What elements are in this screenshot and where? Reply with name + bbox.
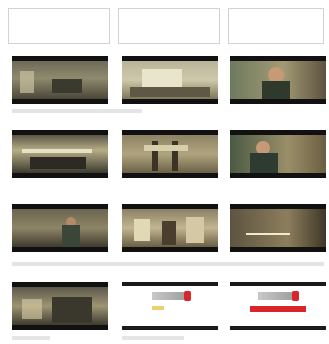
- frame-r1-c3[interactable]: [230, 56, 326, 104]
- brand-logo: [152, 292, 184, 300]
- brand-logo-mark: [184, 291, 191, 301]
- caption-row-4-left: [12, 336, 50, 340]
- frame-r4-c1[interactable]: [12, 282, 108, 330]
- header-box-3: [228, 8, 324, 44]
- red-banner: [250, 306, 306, 312]
- brand-logo: [258, 292, 292, 300]
- frame-r2-c1[interactable]: [12, 130, 108, 178]
- frame-r3-c1[interactable]: [12, 204, 108, 252]
- brand-logo-mark: [292, 291, 299, 301]
- caption-row-4-mid: [122, 336, 184, 340]
- frame-r3-c3[interactable]: [230, 204, 326, 252]
- caption-row-3: [12, 262, 324, 266]
- frame-r2-c2[interactable]: [122, 130, 218, 178]
- frame-r2-c3[interactable]: [230, 130, 326, 178]
- frame-r3-c2[interactable]: [122, 204, 218, 252]
- frame-r1-c2[interactable]: [122, 56, 218, 104]
- caption-row-1: [12, 109, 142, 113]
- header-box-2: [118, 8, 220, 44]
- frame-r4-c2[interactable]: [122, 282, 218, 330]
- header-box-1: [8, 8, 110, 44]
- frame-r4-c3[interactable]: [230, 282, 326, 330]
- frame-r1-c1[interactable]: [12, 56, 108, 104]
- title-card-text: [246, 221, 290, 235]
